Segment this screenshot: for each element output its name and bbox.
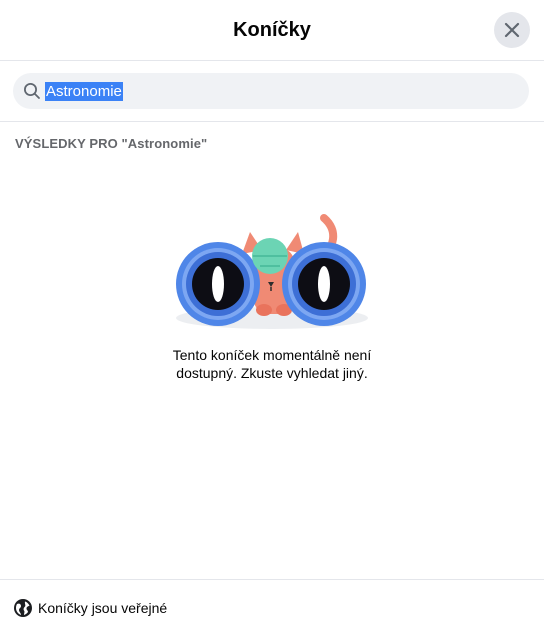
binoculars-cat-illustration	[168, 208, 376, 336]
empty-state-line-1: Tento koníček momentálně není	[172, 347, 372, 363]
results-heading: VÝSLEDKY PRO "Astronomie"	[15, 136, 208, 151]
search-input[interactable]: Astronomie	[13, 73, 529, 109]
close-button[interactable]	[494, 12, 530, 48]
dialog-header: Koníčky	[0, 0, 544, 61]
dialog-title: Koníčky	[233, 18, 311, 41]
empty-state-line-2: dostupný. Zkuste vyhledat jiný.	[176, 365, 368, 381]
search-input-value[interactable]: Astronomie	[45, 81, 123, 101]
search-icon	[23, 82, 41, 100]
close-icon	[504, 22, 520, 38]
empty-state-message: Tento koníček momentálně není dostupný. …	[0, 346, 544, 382]
privacy-text: Koníčky jsou veřejné	[38, 600, 168, 616]
globe-icon	[13, 598, 33, 618]
hobbies-dialog: Koníčky Astronomie VÝSLEDKY PRO "Astrono…	[0, 0, 544, 636]
search-bar: Astronomie	[0, 61, 544, 122]
privacy-footer: Koníčky jsou veřejné	[0, 579, 544, 636]
